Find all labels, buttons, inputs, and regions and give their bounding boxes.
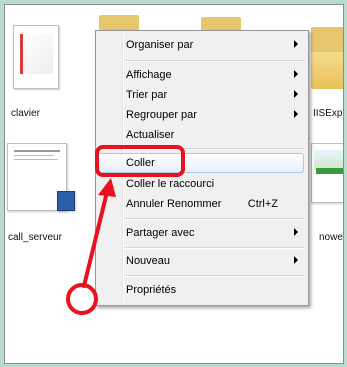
submenu-arrow-icon bbox=[294, 40, 298, 48]
menu-item-label: Actualiser bbox=[126, 129, 175, 141]
explorer-pane: clavier IISExpre call_serveur nowe Organ… bbox=[4, 4, 344, 364]
menu-item-shortcut: Ctrl+Z bbox=[247, 198, 278, 210]
menu-item-label: Annuler Renommer bbox=[126, 198, 222, 210]
menu-item-organiser-par[interactable]: Organiser par bbox=[98, 35, 304, 55]
menu-separator bbox=[124, 60, 304, 62]
menu-item-label: Propriétés bbox=[126, 284, 177, 296]
menu-item-label: Affichage bbox=[126, 69, 172, 81]
menu-item-affichage[interactable]: Affichage bbox=[98, 65, 304, 85]
menu-separator bbox=[124, 218, 304, 220]
menu-item-label: Trier par bbox=[126, 89, 168, 101]
submenu-arrow-icon bbox=[294, 110, 298, 118]
menu-item-nouveau[interactable]: Nouveau bbox=[98, 251, 304, 271]
submenu-arrow-icon bbox=[294, 90, 298, 98]
folder-icon[interactable] bbox=[201, 17, 241, 31]
menu-item-label: Nouveau bbox=[126, 255, 171, 267]
submenu-arrow-icon bbox=[294, 228, 298, 236]
menu-item-trier-par[interactable]: Trier par bbox=[98, 85, 304, 105]
menu-item-coller-le-raccourci[interactable]: Coller le raccourci bbox=[98, 174, 304, 194]
highlight-box bbox=[95, 145, 185, 177]
nowe-label: nowe bbox=[319, 232, 343, 243]
menu-item-annuler-renommer[interactable]: Annuler Renommer Ctrl+Z bbox=[98, 194, 304, 214]
menu-item-label: Organiser par bbox=[126, 39, 194, 51]
word-doc-badge-icon bbox=[57, 191, 75, 211]
submenu-arrow-icon bbox=[294, 256, 298, 264]
click-position-circle bbox=[66, 283, 98, 315]
menu-item-label: Regrouper par bbox=[126, 109, 197, 121]
menu-separator bbox=[124, 247, 304, 249]
folder-icon[interactable] bbox=[99, 15, 139, 31]
menu-item-regrouper-par[interactable]: Regrouper par bbox=[98, 105, 304, 125]
menu-item-proprietes[interactable]: Propriétés bbox=[98, 280, 304, 300]
iisexpress-label: IISExpre bbox=[313, 108, 343, 119]
clavier-file-icon[interactable] bbox=[13, 25, 59, 89]
folder-icon[interactable] bbox=[311, 27, 343, 89]
menu-item-partager-avec[interactable]: Partager avec bbox=[98, 223, 304, 243]
call-serveur-label: call_serveur bbox=[8, 232, 62, 243]
menu-separator bbox=[124, 275, 304, 277]
submenu-arrow-icon bbox=[294, 70, 298, 78]
menu-item-actualiser[interactable]: Actualiser bbox=[98, 125, 304, 145]
menu-item-label: Partager avec bbox=[126, 227, 195, 239]
menu-item-label: Coller le raccourci bbox=[126, 178, 215, 190]
clavier-label: clavier bbox=[11, 108, 40, 119]
nowe-image-thumbnail[interactable] bbox=[311, 143, 343, 203]
